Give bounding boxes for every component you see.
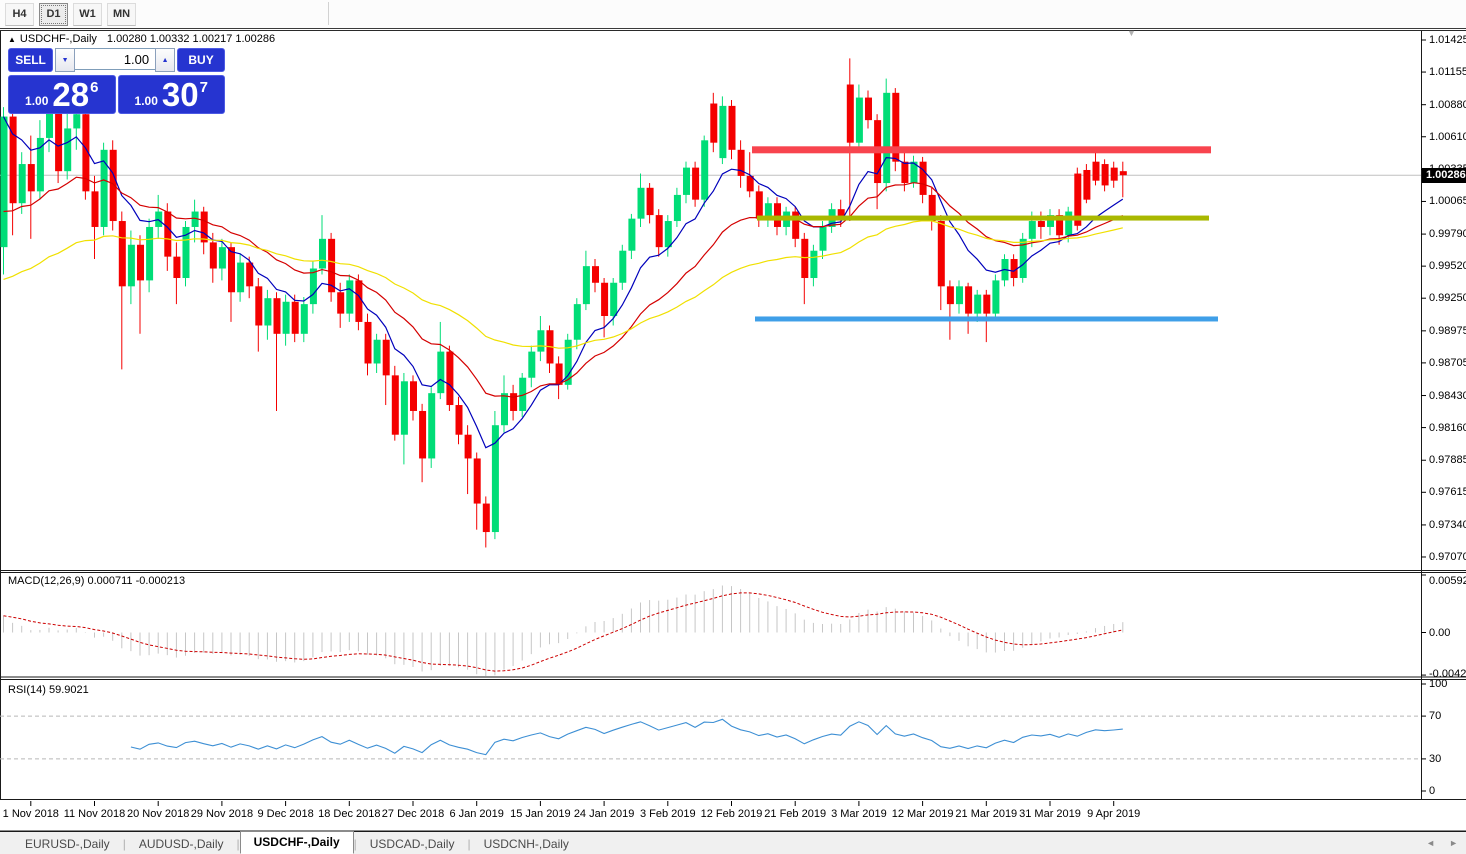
symbol-label: USDCHF-,Daily — [20, 33, 97, 45]
chart-tab-usdcad[interactable]: USDCAD-,Daily — [357, 834, 468, 854]
date-axis-label: 27 Dec 2018 — [382, 808, 444, 820]
tab-scroll-arrows: ◄ ► — [1426, 838, 1458, 848]
macd-indicator-label: MACD(12,26,9) 0.000711 -0.000213 — [8, 575, 185, 587]
date-axis-label: 31 Mar 2019 — [1019, 808, 1081, 820]
price-axis-label: 0.97885 — [1429, 454, 1466, 466]
macd-axis-label: 0.005926 — [1429, 575, 1466, 587]
volume-stepper: ▼ ▲ — [55, 48, 175, 72]
buy-price-big-figure: 30 — [162, 78, 199, 111]
price-axis-label: 1.00880 — [1429, 99, 1466, 111]
date-axis-label: 15 Jan 2019 — [510, 808, 571, 820]
buy-price-pip-digit: 7 — [200, 79, 208, 96]
support-blue-level[interactable] — [755, 316, 1218, 321]
chart-tab-usdcnh[interactable]: USDCNH-,Daily — [471, 834, 582, 854]
sell-price-pip-digit: 6 — [90, 79, 98, 96]
timeframe-button-mn[interactable]: MN — [107, 3, 136, 26]
date-axis-label: 12 Feb 2019 — [701, 808, 763, 820]
sell-button[interactable]: SELL — [8, 48, 53, 72]
tab-scroll-right-icon[interactable]: ► — [1449, 838, 1458, 848]
ma-slow-yellow — [4, 221, 1123, 348]
tab-scroll-left-icon[interactable]: ◄ — [1426, 838, 1435, 848]
rsi-indicator-label: RSI(14) 59.9021 — [8, 684, 89, 696]
price-axis-label: 0.98705 — [1429, 357, 1466, 369]
timeframe-button-d1[interactable]: D1 — [39, 3, 68, 26]
date-axis-label: 9 Dec 2018 — [257, 808, 313, 820]
rsi-axis-label: 0 — [1429, 785, 1435, 797]
macd-signal-line — [4, 593, 1123, 671]
date-axis-label: 1 Nov 2018 — [3, 808, 59, 820]
sell-price-prefix: 1.00 — [25, 94, 48, 108]
chart-shift-marker-icon[interactable]: ▼ — [1127, 28, 1136, 38]
chart-top-border — [0, 30, 1466, 31]
one-click-trading-panel: SELL ▼ ▲ BUY 1.00 28 6 1.00 30 7 — [8, 48, 225, 114]
timeframe-toolbar: H4 D1 W1 MN — [0, 0, 1466, 29]
price-axis-label: 0.97340 — [1429, 519, 1466, 531]
chart-tab-audusd[interactable]: AUDUSD-,Daily — [126, 834, 237, 854]
date-axis-label: 21 Mar 2019 — [955, 808, 1017, 820]
date-axis-label: 6 Jan 2019 — [449, 808, 503, 820]
date-axis-label: 12 Mar 2019 — [892, 808, 954, 820]
mt4-window: H4 D1 W1 MN ▲ USDCHF-,Daily 1.00280 1.0033… — [0, 0, 1466, 854]
volume-input[interactable] — [75, 48, 155, 70]
date-axis-label: 24 Jan 2019 — [574, 808, 635, 820]
rsi-axis-label: 30 — [1429, 753, 1441, 765]
rsi-line — [131, 719, 1123, 754]
price-axis-label: 0.97070 — [1429, 551, 1466, 563]
timeframe-button-h4[interactable]: H4 — [5, 3, 34, 26]
candlestick-series — [1, 58, 1127, 547]
chart-tab-bar: EURUSD-,Daily|AUDUSD-,Daily|USDCHF-,Dail… — [0, 831, 1466, 854]
price-axis-label: 0.99520 — [1429, 260, 1466, 272]
ohlc-values: 1.00280 1.00332 1.00217 1.00286 — [107, 33, 275, 45]
date-axis-label: 3 Mar 2019 — [831, 808, 887, 820]
date-axis-label: 18 Dec 2018 — [318, 808, 380, 820]
volume-decrease-button[interactable]: ▼ — [55, 48, 75, 72]
date-axis-label: 11 Nov 2018 — [64, 808, 126, 820]
price-axis-label: 1.00610 — [1429, 131, 1466, 143]
toolbar-separator — [328, 2, 329, 25]
chart-tab-usdchf[interactable]: USDCHF-,Daily — [240, 831, 354, 854]
volume-increase-button[interactable]: ▲ — [155, 48, 175, 72]
sell-price-big-figure: 28 — [52, 78, 89, 111]
date-axis-label: 21 Feb 2019 — [764, 808, 826, 820]
price-axis-label: 0.99790 — [1429, 228, 1466, 240]
sell-price-button[interactable]: 1.00 28 6 — [8, 75, 116, 114]
ma-fast-blue — [4, 117, 1123, 448]
support-olive-level[interactable] — [757, 216, 1209, 221]
price-axis-label: 0.98975 — [1429, 325, 1466, 337]
chart-canvas[interactable] — [0, 0, 1466, 854]
macd-histogram — [4, 586, 1123, 676]
date-axis-label: 29 Nov 2018 — [191, 808, 253, 820]
price-axis-label: 0.97615 — [1429, 486, 1466, 498]
buy-button[interactable]: BUY — [177, 48, 225, 72]
timeframe-button-w1[interactable]: W1 — [73, 3, 102, 26]
date-axis-label: 9 Apr 2019 — [1087, 808, 1140, 820]
buy-price-button[interactable]: 1.00 30 7 — [118, 75, 226, 114]
price-axis-label: 0.98160 — [1429, 422, 1466, 434]
ma-medium-red — [4, 177, 1123, 397]
rsi-axis-label: 100 — [1429, 678, 1447, 690]
price-axis-label: 1.01425 — [1429, 34, 1466, 46]
macd-axis-label: 0.00 — [1429, 627, 1450, 639]
price-axis-label: 0.99250 — [1429, 292, 1466, 304]
date-axis-label: 20 Nov 2018 — [127, 808, 189, 820]
current-price-tag: 1.00286 — [1422, 168, 1466, 183]
resistance-red-level[interactable] — [752, 146, 1211, 153]
price-axis-label: 0.98430 — [1429, 390, 1466, 402]
chart-tab-eurusd[interactable]: EURUSD-,Daily — [12, 834, 123, 854]
chart-title-line: ▲ USDCHF-,Daily 1.00280 1.00332 1.00217 1.… — [8, 33, 275, 45]
date-axis-label: 3 Feb 2019 — [640, 808, 696, 820]
price-axis-label: 1.01155 — [1429, 66, 1466, 78]
rsi-axis-label: 70 — [1429, 710, 1441, 722]
collapse-panel-icon[interactable]: ▲ — [8, 35, 16, 44]
price-axis-label: 1.00065 — [1429, 195, 1466, 207]
buy-price-prefix: 1.00 — [135, 94, 158, 108]
